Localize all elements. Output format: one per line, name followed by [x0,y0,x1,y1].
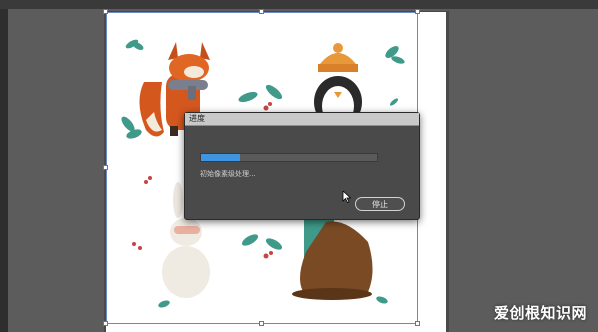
mouse-cursor-icon [342,191,351,203]
watermark-text: 爱创根知识网 [494,304,588,322]
progress-status-text: 初始像素级处理... [200,170,256,178]
dialog-titlebar[interactable]: 进度 [185,113,419,126]
selection-handle-bottom-center[interactable] [259,321,264,326]
selection-handle-top-center[interactable] [259,9,264,14]
selection-handle-top-left[interactable] [103,9,108,14]
stop-button[interactable]: 停止 [355,197,405,211]
workspace-left-edge [0,9,8,332]
progress-bar-fill [201,154,240,161]
dialog-title: 进度 [189,114,205,123]
selection-handle-top-right[interactable] [415,9,420,14]
selection-handle-bottom-left[interactable] [103,321,108,326]
top-toolbar-strip [0,0,598,9]
progress-bar [200,153,378,162]
progress-dialog: 进度 初始像素级处理... 停止 [184,112,420,220]
selection-handle-bottom-right[interactable] [415,321,420,326]
selection-handle-middle-left[interactable] [103,165,108,170]
bear-illustration [292,218,373,300]
